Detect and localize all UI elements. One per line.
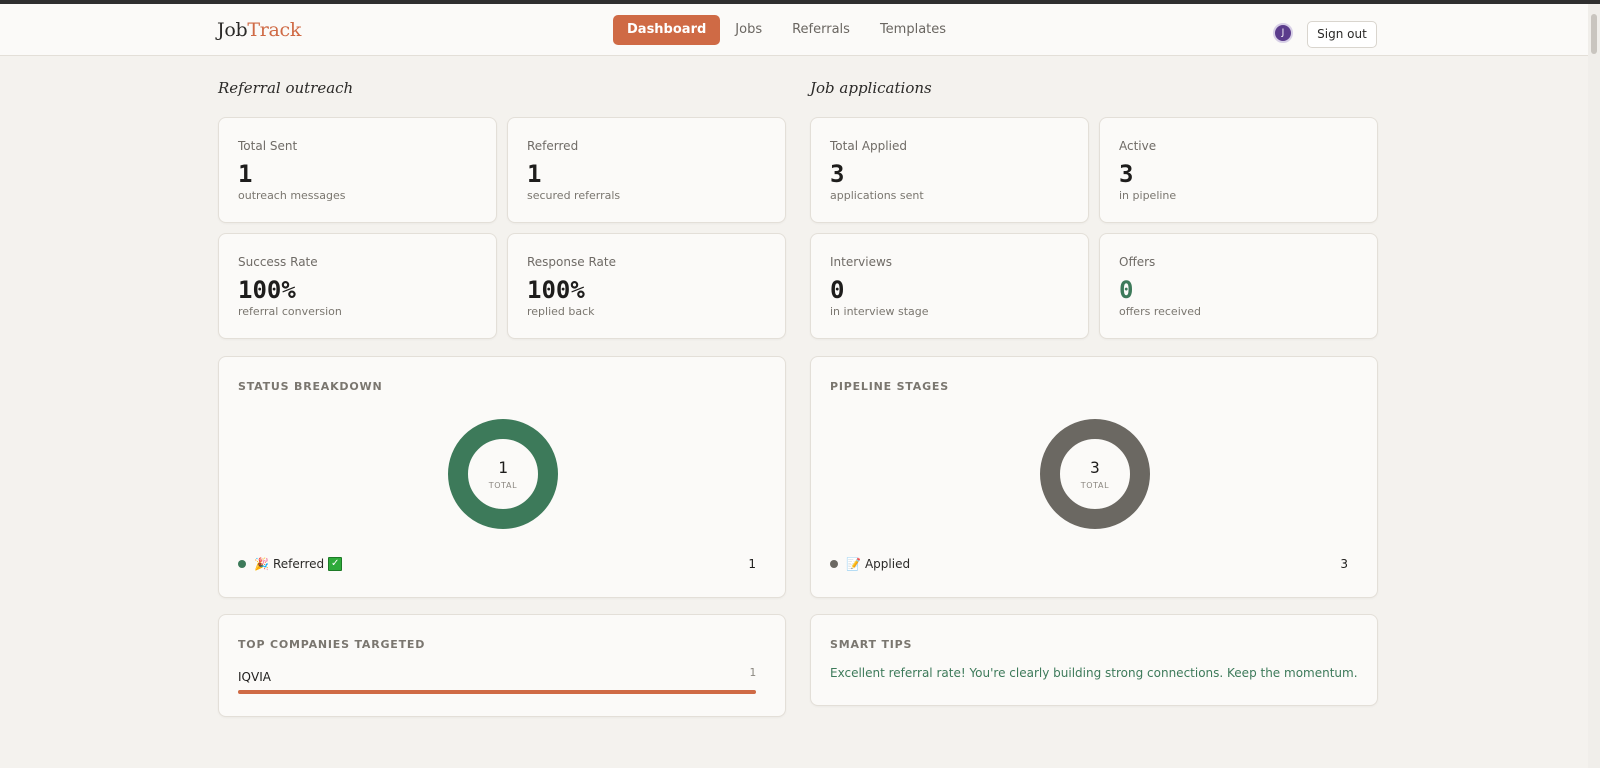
donut-total-caption: TOTAL bbox=[1080, 481, 1110, 490]
stat-value: 0 bbox=[1119, 276, 1134, 304]
scrollbar-thumb[interactable] bbox=[1591, 14, 1597, 54]
stat-label: Interviews bbox=[830, 255, 893, 269]
stat-label: Referred bbox=[527, 139, 579, 153]
company-progress-fill bbox=[238, 690, 756, 694]
stat-value: 1 bbox=[527, 160, 542, 188]
donut-total-value: 1 bbox=[498, 458, 508, 477]
company-progress-track bbox=[238, 690, 756, 694]
stat-card-referred: Referred 1 secured referrals bbox=[507, 117, 786, 223]
stat-subtext: in pipeline bbox=[1119, 189, 1177, 202]
panel-title: PIPELINE STAGES bbox=[830, 380, 949, 393]
legend-dot bbox=[238, 560, 246, 568]
stat-card-offers: Offers 0 offers received bbox=[1099, 233, 1378, 339]
stat-label: Active bbox=[1119, 139, 1157, 153]
pipeline-stages-card: PIPELINE STAGES 3 TOTAL 📝 Applied 3 bbox=[810, 356, 1378, 598]
stat-subtext: outreach messages bbox=[238, 189, 346, 202]
company-count: 1 bbox=[749, 666, 756, 679]
stat-label: Total Applied bbox=[830, 139, 907, 153]
top-companies-card: TOP COMPANIES TARGETED IQVIA 1 bbox=[218, 614, 786, 717]
stat-subtext: replied back bbox=[527, 305, 595, 318]
referral-section-title: Referral outreach bbox=[218, 79, 354, 97]
stat-value: 1 bbox=[238, 160, 253, 188]
stat-subtext: referral conversion bbox=[238, 305, 342, 318]
legend-label: Applied bbox=[864, 557, 911, 571]
stat-label: Response Rate bbox=[527, 255, 616, 269]
donut-total-caption: TOTAL bbox=[488, 481, 518, 490]
donut-center-label: 1 TOTAL bbox=[448, 458, 558, 490]
stat-value: 100% bbox=[527, 276, 585, 304]
page-scrollbar[interactable] bbox=[1588, 4, 1600, 768]
jobs-section-title: Job applications bbox=[810, 79, 932, 97]
stat-value: 3 bbox=[830, 160, 845, 188]
memo-icon: 📝 bbox=[846, 557, 861, 571]
brand-text-main: Job bbox=[217, 19, 248, 41]
legend-count: 3 bbox=[1340, 557, 1348, 571]
nav-referrals[interactable]: Referrals bbox=[777, 15, 865, 45]
nav-jobs[interactable]: Jobs bbox=[720, 15, 777, 45]
legend-dot bbox=[830, 560, 838, 568]
stat-value: 3 bbox=[1119, 160, 1134, 188]
panel-title: STATUS BREAKDOWN bbox=[238, 380, 383, 393]
donut-total-value: 3 bbox=[1090, 458, 1100, 477]
legend-count: 1 bbox=[748, 557, 756, 571]
stat-label: Offers bbox=[1119, 255, 1156, 269]
status-breakdown-card: STATUS BREAKDOWN 1 TOTAL 🎉 Referred ✓ 1 bbox=[218, 356, 786, 598]
stat-card-total-applied: Total Applied 3 applications sent bbox=[810, 117, 1089, 223]
stat-card-response-rate: Response Rate 100% replied back bbox=[507, 233, 786, 339]
panel-title: TOP COMPANIES TARGETED bbox=[238, 638, 426, 651]
stat-card-total-sent: Total Sent 1 outreach messages bbox=[218, 117, 497, 223]
sign-out-button[interactable]: Sign out bbox=[1307, 21, 1377, 48]
company-row: IQVIA 1 bbox=[238, 666, 756, 694]
stat-card-active: Active 3 in pipeline bbox=[1099, 117, 1378, 223]
brand-logo[interactable]: JobTrack bbox=[217, 19, 301, 41]
stat-value: 100% bbox=[238, 276, 296, 304]
stat-value: 0 bbox=[830, 276, 845, 304]
stat-subtext: in interview stage bbox=[830, 305, 929, 318]
tip-text: Excellent referral rate! You're clearly … bbox=[830, 666, 1358, 680]
stat-card-success-rate: Success Rate 100% referral conversion bbox=[218, 233, 497, 339]
donut-center-label: 3 TOTAL bbox=[1040, 458, 1150, 490]
nav-dashboard[interactable]: Dashboard bbox=[613, 15, 721, 45]
check-mark-icon: ✓ bbox=[328, 557, 343, 571]
stat-card-interviews: Interviews 0 in interview stage bbox=[810, 233, 1089, 339]
company-name: IQVIA bbox=[238, 670, 271, 684]
main-nav: Dashboard Jobs Referrals Templates bbox=[613, 15, 961, 45]
stat-subtext: applications sent bbox=[830, 189, 924, 202]
party-popper-icon: 🎉 bbox=[254, 557, 269, 571]
user-avatar[interactable]: J bbox=[1273, 23, 1293, 43]
stat-label: Total Sent bbox=[238, 139, 298, 153]
legend-item-referred: 🎉 Referred ✓ 1 bbox=[238, 555, 756, 573]
legend-label: Referred bbox=[272, 557, 325, 571]
brand-text-accent: Track bbox=[247, 19, 302, 41]
stat-label: Success Rate bbox=[238, 255, 318, 269]
panel-title: SMART TIPS bbox=[830, 638, 913, 651]
nav-templates[interactable]: Templates bbox=[865, 15, 961, 45]
stat-subtext: secured referrals bbox=[527, 189, 621, 202]
stat-subtext: offers received bbox=[1119, 305, 1202, 318]
legend-item-applied: 📝 Applied 3 bbox=[830, 555, 1348, 573]
top-nav-bar: JobTrack Dashboard Jobs Referrals Templa… bbox=[0, 4, 1600, 56]
smart-tips-card: SMART TIPS Excellent referral rate! You'… bbox=[810, 614, 1378, 706]
